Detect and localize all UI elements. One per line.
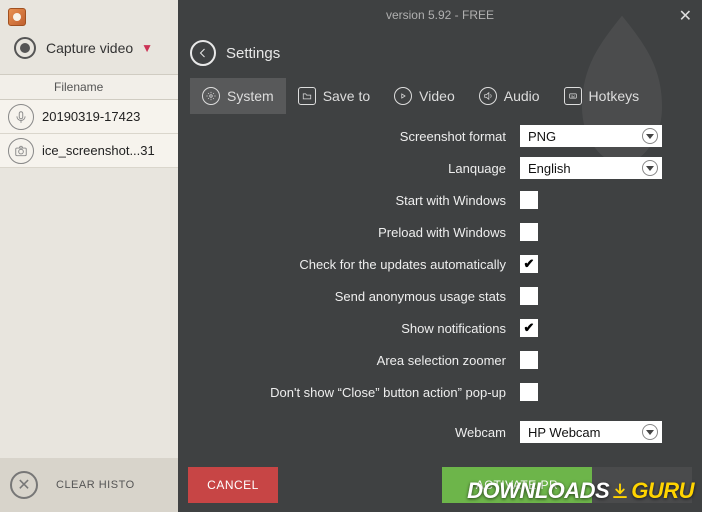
- label-preload-windows: Preload with Windows: [378, 225, 506, 240]
- label-start-windows: Start with Windows: [395, 193, 506, 208]
- file-row[interactable]: ice_screenshot...31: [0, 134, 178, 168]
- tab-label: Video: [419, 88, 455, 104]
- label-language: Lanquage: [448, 161, 506, 176]
- row-webcam: Webcam HP Webcam: [178, 416, 662, 448]
- settings-header: Settings: [190, 40, 280, 66]
- checkbox-preload-windows[interactable]: [520, 223, 538, 241]
- watermark-part2: GURU: [631, 478, 694, 504]
- dropdown-webcam[interactable]: HP Webcam: [520, 421, 662, 443]
- clear-history-button[interactable]: CLEAR HISTO: [56, 479, 135, 491]
- row-screenshot-format: Screenshot format PNG: [178, 120, 662, 152]
- tab-video[interactable]: Video: [382, 78, 467, 114]
- tab-label: Hotkeys: [589, 88, 640, 104]
- file-list-header: Filename: [0, 74, 178, 100]
- record-icon: [14, 37, 36, 59]
- settings-form: Screenshot format PNG Lanquage English S…: [178, 120, 702, 448]
- tab-system[interactable]: System: [190, 78, 286, 114]
- file-row[interactable]: 20190319-17423: [0, 100, 178, 134]
- tab-save-to[interactable]: Save to: [286, 78, 382, 114]
- dropdown-language[interactable]: English: [520, 157, 662, 179]
- label-anon-stats: Send anonymous usage stats: [335, 289, 506, 304]
- row-anon-stats: Send anonymous usage stats: [178, 280, 662, 312]
- label-screenshot-format: Screenshot format: [400, 129, 506, 144]
- chevron-down-icon: ▼: [141, 41, 153, 55]
- close-icon[interactable]: ✕: [10, 471, 38, 499]
- label-close-popup: Don't show “Close” button action” pop-up: [270, 385, 506, 400]
- label-webcam: Webcam: [455, 425, 506, 440]
- tab-audio[interactable]: Audio: [467, 78, 552, 114]
- tab-label: Save to: [323, 88, 370, 104]
- video-icon: [394, 87, 412, 105]
- capture-video-dropdown[interactable]: Capture video ▼: [0, 30, 178, 66]
- dropdown-screenshot-format[interactable]: PNG: [520, 125, 662, 147]
- file-name: 20190319-17423: [42, 109, 140, 124]
- checkbox-notifications[interactable]: [520, 319, 538, 337]
- label-notifications: Show notifications: [401, 321, 506, 336]
- row-area-zoomer: Area selection zoomer: [178, 344, 662, 376]
- checkbox-start-windows[interactable]: [520, 191, 538, 209]
- keyboard-icon: [564, 87, 582, 105]
- version-label: version 5.92 - FREE: [178, 8, 702, 22]
- checkbox-close-popup[interactable]: [520, 383, 538, 401]
- download-icon: [611, 482, 629, 500]
- row-start-windows: Start with Windows: [178, 184, 662, 216]
- cancel-button[interactable]: CANCEL: [188, 467, 278, 503]
- watermark-part1: DOWNLOADS: [467, 478, 609, 504]
- label-area-zoomer: Area selection zoomer: [377, 353, 506, 368]
- tab-label: Audio: [504, 88, 540, 104]
- checkbox-check-updates[interactable]: [520, 255, 538, 273]
- row-close-popup: Don't show “Close” button action” pop-up: [178, 376, 662, 408]
- watermark: DOWNLOADS GURU: [467, 478, 694, 504]
- label-check-updates: Check for the updates automatically: [299, 257, 506, 272]
- settings-overlay: version 5.92 - FREE ✕ Settings System Sa…: [178, 0, 702, 512]
- dropdown-value: HP Webcam: [528, 425, 601, 440]
- folder-icon: [298, 87, 316, 105]
- camera-icon: [8, 138, 34, 164]
- sidebar-bottom-bar: ✕ CLEAR HISTO: [0, 458, 178, 512]
- close-overlay-button[interactable]: ✕: [679, 6, 692, 26]
- back-button[interactable]: [190, 40, 216, 66]
- chevron-down-icon: [642, 128, 658, 144]
- row-notifications: Show notifications: [178, 312, 662, 344]
- row-preload-windows: Preload with Windows: [178, 216, 662, 248]
- row-language: Lanquage English: [178, 152, 662, 184]
- tab-hotkeys[interactable]: Hotkeys: [552, 78, 652, 114]
- tab-label: System: [227, 88, 274, 104]
- gear-icon: [202, 87, 220, 105]
- checkbox-anon-stats[interactable]: [520, 287, 538, 305]
- file-name: ice_screenshot...31: [42, 143, 155, 158]
- settings-title: Settings: [226, 45, 280, 62]
- microphone-icon: [8, 104, 34, 130]
- chevron-down-icon: [642, 424, 658, 440]
- audio-icon: [479, 87, 497, 105]
- dropdown-value: English: [528, 161, 571, 176]
- chevron-down-icon: [642, 160, 658, 176]
- capture-label: Capture video: [46, 40, 133, 56]
- sidebar: Capture video ▼ Filename 20190319-17423 …: [0, 0, 178, 512]
- row-check-updates: Check for the updates automatically: [178, 248, 662, 280]
- settings-tabs: System Save to Video Audio Hotkeys: [178, 78, 702, 114]
- dropdown-value: PNG: [528, 129, 556, 144]
- app-icon: [8, 8, 26, 26]
- checkbox-area-zoomer[interactable]: [520, 351, 538, 369]
